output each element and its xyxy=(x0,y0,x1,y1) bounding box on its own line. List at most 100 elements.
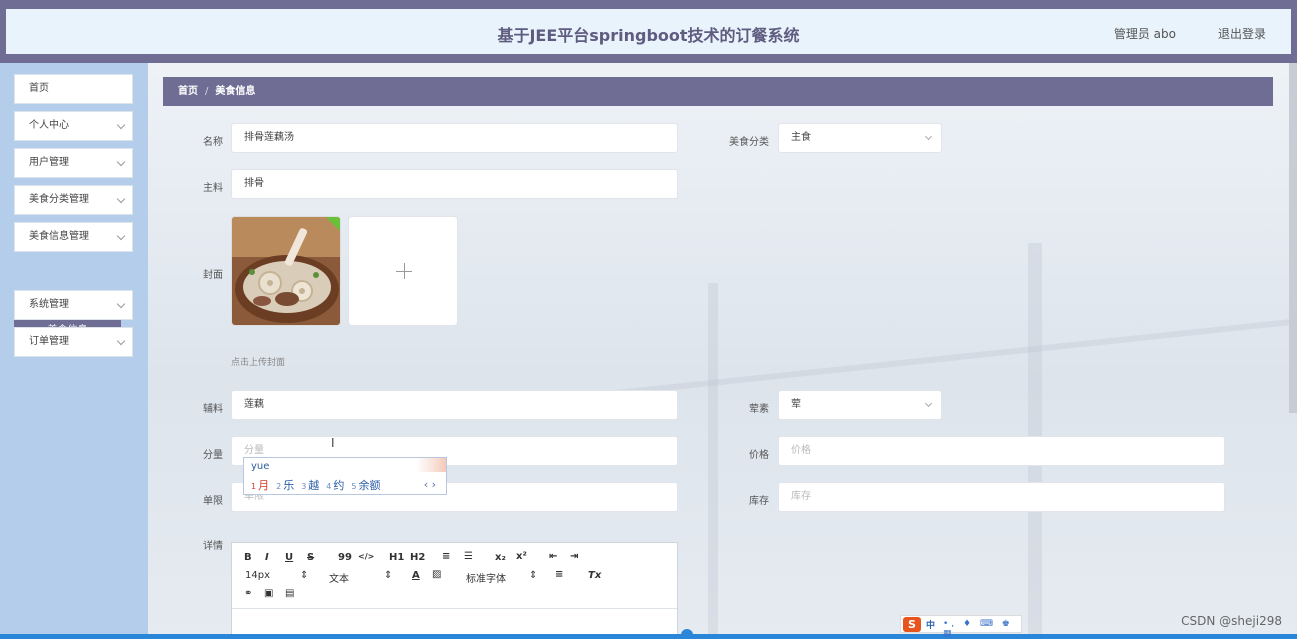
food-photo xyxy=(232,217,340,325)
align-icon[interactable]: ≡ xyxy=(555,569,563,580)
chevron-down-icon xyxy=(116,120,126,130)
ime-candidate[interactable]: 3越 xyxy=(301,477,319,493)
side-ingredient-field[interactable]: 莲藕 xyxy=(231,390,678,420)
category-label: 美食分类 xyxy=(729,137,769,148)
current-user: 管理员 abo xyxy=(1113,27,1176,41)
quote-button[interactable]: 99 xyxy=(338,552,352,563)
clear-format-button[interactable]: Tx xyxy=(588,570,601,581)
header: 基于JEE平台springboot技术的订餐系统 管理员 abo 退出登录 xyxy=(6,9,1291,54)
sidebar-item-label: 个人中心 xyxy=(29,120,69,131)
text-type-select[interactable]: 文本 xyxy=(329,570,349,585)
sidebar: 首页 个人中心 用户管理 美食分类管理 美食信息管理 美食信息 系统管理 订单管… xyxy=(0,63,148,639)
price-field[interactable]: 价格 xyxy=(778,436,1225,466)
cover-label: 封面 xyxy=(203,270,223,281)
font-size-select[interactable]: 14px xyxy=(245,570,270,581)
chevron-down-icon xyxy=(924,399,933,408)
indent-button[interactable]: ⇥ xyxy=(570,551,578,562)
strike-button[interactable]: S xyxy=(307,552,314,563)
meat-veg-select[interactable]: 荤 xyxy=(778,390,942,420)
meat-veg-value: 荤 xyxy=(791,399,801,410)
subscript-button[interactable]: x₂ xyxy=(495,552,506,563)
chevron-down-icon xyxy=(116,299,126,309)
outdent-button[interactable]: ⇤ xyxy=(549,551,557,562)
ime-candidates: 1 月 2 乐 3 越 4 约 5 余额 xyxy=(251,477,387,493)
rich-text-editor[interactable]: B I U S 99 </> H1 H2 ≡ ☰ x₂ x² ⇤ ⇥ 14px … xyxy=(231,542,678,639)
category-value: 主食 xyxy=(791,132,811,143)
ime-candidate[interactable]: 4约 xyxy=(326,477,344,493)
limit-label: 单限 xyxy=(203,496,223,507)
h2-button[interactable]: H2 xyxy=(410,552,425,563)
chevron-down-icon xyxy=(116,157,126,167)
sidebar-item-profile[interactable]: 个人中心 xyxy=(14,111,133,141)
upload-success-icon xyxy=(326,217,340,231)
meat-veg-label: 荤素 xyxy=(749,404,769,415)
bold-button[interactable]: B xyxy=(244,552,252,563)
side-ingredient-label: 辅料 xyxy=(203,404,223,415)
ime-toolbar[interactable]: S 中 •, ♦ ⌨ ♚ ▦ xyxy=(900,615,1022,639)
chevron-down-icon xyxy=(116,194,126,204)
ime-composition: yue xyxy=(251,461,270,472)
sidebar-item-label: 美食分类管理 xyxy=(29,194,89,205)
video-icon[interactable]: ▤ xyxy=(285,588,294,599)
upload-hint: 点击上传封面 xyxy=(231,358,286,368)
sidebar-item-label: 美食信息管理 xyxy=(29,231,89,242)
main-ingredient-field[interactable]: 排骨 xyxy=(231,169,678,199)
app-title: 基于JEE平台springboot技术的订餐系统 xyxy=(497,26,800,45)
link-icon[interactable]: ⚭ xyxy=(244,588,252,599)
watermark: CSDN @sheji298 xyxy=(1181,614,1282,628)
breadcrumb: 首页 / 美食信息 xyxy=(163,77,1273,106)
sidebar-item-orders[interactable]: 订单管理 xyxy=(14,327,133,357)
name-label: 名称 xyxy=(203,137,223,148)
sidebar-item-home[interactable]: 首页 xyxy=(14,74,133,104)
page-scrollbar[interactable] xyxy=(1289,63,1297,413)
main-ingredient-label: 主料 xyxy=(203,183,223,194)
category-select[interactable]: 主食 xyxy=(778,123,942,153)
ime-skin-decoration xyxy=(416,458,446,472)
ime-candidate[interactable]: 5 余额 xyxy=(351,477,380,493)
ime-tool-icons[interactable]: •, ♦ ⌨ ♚ ▦ xyxy=(943,619,1021,639)
editor-toolbar: B I U S 99 </> H1 H2 ≡ ☰ x₂ x² ⇤ ⇥ 14px … xyxy=(232,543,677,609)
ime-candidate-popup: yue 1 月 2 乐 3 越 4 约 5 余额 ‹ › xyxy=(243,457,447,495)
sidebar-item-label: 系统管理 xyxy=(29,299,69,310)
horizontal-scrollbar[interactable] xyxy=(0,634,1297,639)
text-cursor-icon: I xyxy=(331,436,335,450)
underline-button[interactable]: U xyxy=(285,552,293,563)
sidebar-item-label: 用户管理 xyxy=(29,157,69,168)
breadcrumb-home[interactable]: 首页 xyxy=(178,86,198,97)
logout-link[interactable]: 退出登录 xyxy=(1218,25,1266,42)
sidebar-item-label: 首页 xyxy=(29,83,49,94)
h1-button[interactable]: H1 xyxy=(389,552,404,563)
main-content: 首页 / 美食信息 名称 排骨莲藕汤 美食分类 主食 主料 排骨 封面 点击上传封面 xyxy=(148,63,1297,639)
sidebar-item-system[interactable]: 系统管理 xyxy=(14,290,133,320)
bullet-list-button[interactable]: ☰ xyxy=(464,551,473,562)
breadcrumb-current: 美食信息 xyxy=(215,86,256,97)
stock-field[interactable]: 库存 xyxy=(778,482,1225,512)
italic-button[interactable]: I xyxy=(265,552,269,563)
background-color-icon[interactable]: ▨ xyxy=(432,569,441,580)
upload-cover-button[interactable] xyxy=(348,216,458,326)
cover-image-thumbnail[interactable] xyxy=(231,216,341,326)
sidebar-item-users[interactable]: 用户管理 xyxy=(14,148,133,178)
image-icon[interactable]: ▣ xyxy=(264,588,273,599)
font-color-icon[interactable]: A xyxy=(412,570,420,581)
code-button[interactable]: </> xyxy=(358,552,374,561)
stock-label: 库存 xyxy=(749,496,769,507)
breadcrumb-separator: / xyxy=(205,86,209,97)
name-field[interactable]: 排骨莲藕汤 xyxy=(231,123,678,153)
portion-label: 分量 xyxy=(203,450,223,461)
ime-mode-toggle[interactable]: 中 xyxy=(926,618,935,631)
ime-candidate[interactable]: 1月 xyxy=(251,477,269,493)
scroll-handle[interactable] xyxy=(681,629,693,639)
chevron-down-icon xyxy=(924,132,933,141)
ime-page-nav[interactable]: ‹ › xyxy=(424,478,436,491)
updown-icon: ⇕ xyxy=(529,570,538,581)
ime-candidate[interactable]: 2乐 xyxy=(276,477,294,493)
sidebar-item-label: 订单管理 xyxy=(29,336,69,347)
font-family-select[interactable]: 标准字体 xyxy=(466,570,506,585)
updown-icon: ⇕ xyxy=(384,570,393,581)
superscript-button[interactable]: x² xyxy=(516,551,527,562)
sidebar-item-food-category[interactable]: 美食分类管理 xyxy=(14,185,133,215)
ordered-list-button[interactable]: ≡ xyxy=(442,551,450,562)
sogou-logo-icon: S xyxy=(903,617,921,632)
sidebar-item-food-info[interactable]: 美食信息管理 xyxy=(14,222,133,252)
